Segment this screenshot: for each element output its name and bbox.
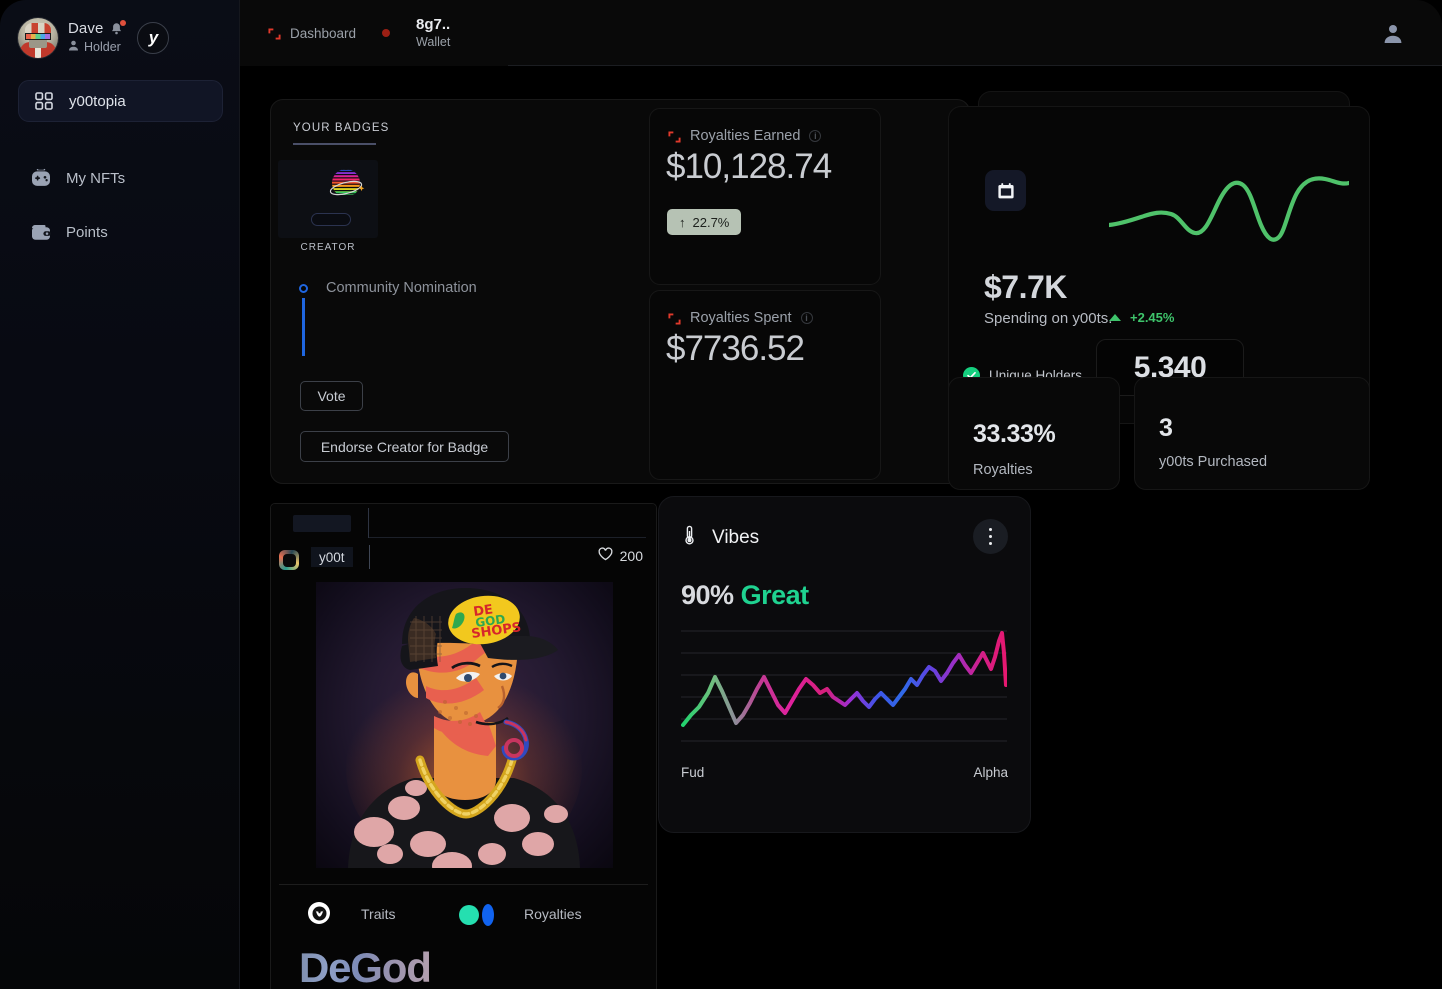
nft-royalties-label: Royalties bbox=[524, 906, 582, 922]
brand-badge[interactable]: y bbox=[137, 22, 170, 54]
vibes-axis-left: Fud bbox=[681, 765, 705, 780]
endorse-button[interactable]: Endorse Creator for Badge bbox=[300, 431, 509, 462]
royalties-earned-card: Royalties Earned i $10,128.74 ↑ 22.7% bbox=[649, 108, 881, 285]
frame-corner-icon bbox=[668, 312, 681, 325]
nft-card[interactable]: y00t 200 DE GOD SHOPS Traits Royalties D… bbox=[270, 503, 657, 989]
bell-icon[interactable] bbox=[110, 19, 127, 36]
trait-dot-teal-icon bbox=[459, 905, 479, 925]
nft-topstrip bbox=[271, 504, 656, 542]
stat-card-purchased: 3 y00ts Purchased bbox=[1134, 377, 1370, 490]
collection-name: y00t bbox=[311, 547, 353, 567]
nomination-dot-icon bbox=[299, 283, 308, 293]
royalties-earned-label: Royalties Earned bbox=[690, 128, 801, 144]
person-icon bbox=[68, 38, 79, 56]
sidebar-item-points[interactable]: Points bbox=[16, 212, 223, 252]
badge-caption: CREATOR bbox=[300, 242, 356, 253]
stat-label: Royalties bbox=[973, 462, 1033, 478]
vibes-axis: Fud Alpha bbox=[681, 765, 1008, 780]
nft-brand-title: DeGod bbox=[299, 944, 432, 989]
trait-dot-blue-icon bbox=[482, 904, 494, 926]
nft-chip bbox=[293, 515, 351, 532]
wallet-icon bbox=[30, 221, 52, 243]
nft-header-row: y00t 200 bbox=[271, 544, 656, 578]
badge-pill bbox=[311, 213, 351, 226]
frame-corner-icon bbox=[268, 27, 281, 40]
like-count: 200 bbox=[619, 547, 643, 564]
thermometer-icon bbox=[682, 525, 697, 550]
profile-block[interactable]: Dave Holder y bbox=[0, 0, 239, 58]
rainbow-orb-icon bbox=[324, 164, 368, 208]
wallet-address: 8g7.. bbox=[416, 16, 451, 34]
vibes-title: Vibes bbox=[712, 526, 760, 548]
vibes-score: 90% Great bbox=[681, 580, 809, 611]
wallet-info[interactable]: 8g7.. Wallet bbox=[416, 16, 450, 50]
app-root: Dave Holder y y00topia My NFTs Points Da… bbox=[0, 0, 1442, 989]
vibes-axis-right: Alpha bbox=[973, 765, 1008, 780]
like-group[interactable]: 200 bbox=[598, 547, 643, 564]
avatar bbox=[18, 18, 58, 58]
spending-sparkline-chart bbox=[1109, 176, 1349, 242]
spending-subtitle: Spending on y00ts. bbox=[984, 310, 1113, 327]
stat-value: 33.33% bbox=[973, 420, 1056, 448]
wallet-label: Wallet bbox=[416, 34, 451, 49]
arrow-up-icon: ↑ bbox=[679, 214, 686, 230]
badges-underline bbox=[293, 143, 376, 145]
spending-value: $7.7K bbox=[984, 269, 1067, 305]
triangle-up-icon bbox=[1109, 314, 1121, 321]
sidebar: Dave Holder y y00topia My NFTs Points bbox=[0, 0, 240, 989]
royalties-change-value: 22.7% bbox=[692, 214, 730, 230]
vibes-score-word: Great bbox=[740, 580, 810, 610]
kebab-menu-icon[interactable] bbox=[973, 519, 1008, 554]
community-nomination[interactable]: Community Nomination bbox=[299, 280, 477, 296]
sidebar-item-label: Points bbox=[66, 223, 108, 241]
frame-corner-icon bbox=[668, 130, 681, 143]
nomination-progress-bar bbox=[302, 298, 305, 356]
breadcrumb-label: Dashboard bbox=[290, 25, 357, 41]
spending-delta: +2.45% bbox=[1109, 310, 1174, 325]
badges-card: YOUR BADGES CREATOR Community Nomination… bbox=[270, 99, 970, 484]
status-dot bbox=[382, 29, 391, 37]
stat-card-royalties: 33.33% Royalties bbox=[948, 377, 1120, 490]
info-icon[interactable]: i bbox=[800, 312, 813, 324]
badge-tile[interactable] bbox=[278, 160, 378, 238]
profile-role: Holder bbox=[84, 40, 121, 54]
grid-icon bbox=[33, 90, 55, 112]
gamepad-icon bbox=[30, 167, 52, 189]
vibes-line-chart bbox=[681, 630, 1007, 742]
stat-value: 3 bbox=[1159, 414, 1173, 442]
info-icon[interactable]: i bbox=[809, 130, 822, 142]
royalties-change-badge: ↑ 22.7% bbox=[667, 209, 742, 235]
royalties-spent-card: Royalties Spent i $7736.52 bbox=[649, 290, 881, 480]
profile-name: Dave bbox=[68, 20, 104, 37]
sidebar-item-y00topia[interactable]: y00topia bbox=[18, 80, 223, 122]
sidebar-item-label: y00topia bbox=[69, 92, 126, 110]
sidebar-item-my-nfts[interactable]: My NFTs bbox=[16, 158, 223, 198]
royalties-spent-label: Royalties Spent bbox=[690, 310, 792, 326]
user-icon[interactable] bbox=[1382, 22, 1404, 44]
collection-avatar bbox=[279, 550, 299, 570]
vibes-score-pct: 90% bbox=[681, 580, 734, 610]
vote-button[interactable]: Vote bbox=[300, 381, 363, 411]
nomination-label: Community Nomination bbox=[326, 280, 477, 296]
vibes-header: Vibes bbox=[682, 525, 759, 550]
nft-footer: Traits Royalties bbox=[271, 894, 656, 944]
calendar-icon[interactable] bbox=[985, 170, 1026, 211]
notification-dot bbox=[120, 19, 127, 26]
sidebar-item-label: My NFTs bbox=[66, 169, 126, 187]
traits-label: Traits bbox=[361, 906, 396, 922]
top-bar: Dashboard 8g7.. Wallet bbox=[240, 0, 1442, 66]
badges-section-title: YOUR BADGES bbox=[293, 122, 390, 134]
stat-label: y00ts Purchased bbox=[1159, 454, 1268, 470]
spending-delta-value: +2.45% bbox=[1130, 310, 1175, 325]
main-content: YOUR BADGES CREATOR Community Nomination… bbox=[240, 66, 1442, 989]
vibes-card: Vibes 90% Great Fud Alpha bbox=[658, 496, 1031, 833]
royalties-spent-header: Royalties Spent i bbox=[668, 310, 813, 326]
heart-icon bbox=[598, 547, 613, 564]
breadcrumb-dashboard[interactable]: Dashboard bbox=[268, 26, 356, 41]
degods-logo-icon bbox=[308, 902, 330, 924]
nft-artwork: DE GOD SHOPS bbox=[316, 582, 613, 868]
royalties-spent-value: $7736.52 bbox=[666, 329, 805, 368]
royalties-earned-value: $10,128.74 bbox=[666, 147, 832, 186]
royalties-earned-header: Royalties Earned i bbox=[668, 128, 822, 144]
